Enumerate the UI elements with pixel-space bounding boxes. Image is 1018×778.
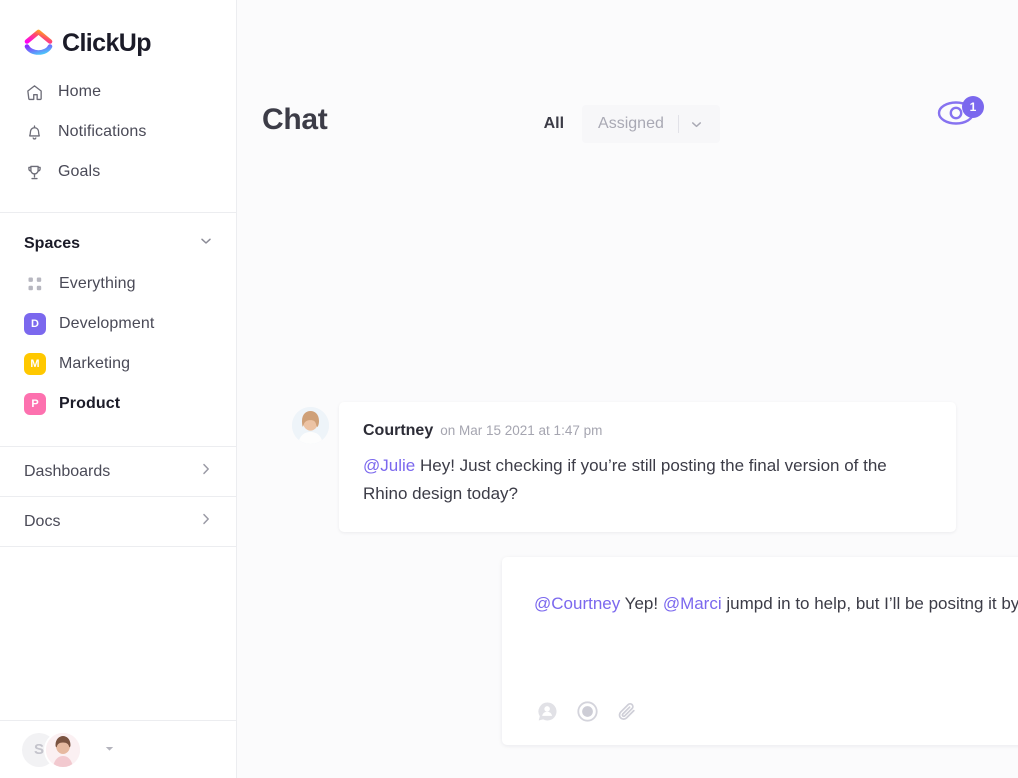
message-item: Courtney on Mar 15 2021 at 1:47 pm @Juli… xyxy=(237,402,1018,532)
chevron-down-icon xyxy=(679,117,714,132)
watcher-button[interactable]: 1 xyxy=(936,96,984,138)
grid-icon xyxy=(24,273,46,295)
composer-toolbar: COMMENT xyxy=(502,677,1018,745)
trophy-icon xyxy=(24,162,44,182)
courtney-avatar[interactable] xyxy=(292,407,329,444)
sidebar-item-docs[interactable]: Docs xyxy=(0,496,236,546)
chat-filters: All Assigned xyxy=(544,105,720,143)
spaces-title: Spaces xyxy=(24,234,81,252)
sidebar-item-docs-label: Docs xyxy=(24,512,61,530)
spaces-header[interactable]: Spaces xyxy=(0,213,236,264)
sidebar: ClickUp Home Notifications Goals Spaces … xyxy=(0,0,237,778)
sidebar-item-dashboards[interactable]: Dashboards xyxy=(0,446,236,496)
primary-nav: Home Notifications Goals xyxy=(0,62,236,204)
paperclip-icon[interactable] xyxy=(614,698,640,724)
page-header: Chat All Assigned 1 xyxy=(237,0,1018,167)
message-list: Courtney on Mar 15 2021 at 1:47 pm @Juli… xyxy=(237,402,1018,532)
sidebar-item-marketing[interactable]: M Marketing xyxy=(0,344,236,384)
sidebar-item-dashboards-label: Dashboards xyxy=(24,462,111,480)
mention-marci[interactable]: @Marci xyxy=(663,594,722,613)
brand-logo[interactable]: ClickUp xyxy=(0,0,236,62)
sidebar-footer: S xyxy=(0,720,236,778)
sidebar-item-home[interactable]: Home xyxy=(0,72,236,112)
message-header: Courtney on Mar 15 2021 at 1:47 pm xyxy=(363,422,932,440)
brand-name: ClickUp xyxy=(62,28,151,57)
comment-composer[interactable]: @Courtney Yep! @Marci jumpd in to help, … xyxy=(502,557,1018,745)
main-content: Chat All Assigned 1 Courtney on Mar 15 2… xyxy=(237,0,1018,778)
message-author: Courtney xyxy=(363,422,434,439)
tab-all[interactable]: All xyxy=(544,115,582,133)
composer-tools xyxy=(534,698,640,724)
message-text: Hey! Just checking if you’re still posti… xyxy=(363,456,887,503)
watcher-count-badge: 1 xyxy=(962,96,984,118)
sidebar-item-goals-label: Goals xyxy=(58,163,101,180)
chevron-down-icon[interactable] xyxy=(198,233,214,254)
sidebar-item-marketing-label: Marketing xyxy=(59,355,131,372)
record-circle-icon[interactable] xyxy=(574,698,600,724)
sidebar-item-everything[interactable]: Everything xyxy=(0,264,236,304)
home-icon xyxy=(24,82,44,102)
sidebar-item-goals[interactable]: Goals xyxy=(0,152,236,192)
mention-julie[interactable]: @Julie xyxy=(363,456,415,475)
space-badge-marketing: M xyxy=(24,353,46,375)
space-badge-development: D xyxy=(24,313,46,335)
sidebar-item-product[interactable]: P Product xyxy=(0,384,236,424)
sidebar-item-product-label: Product xyxy=(59,395,121,412)
caret-down-icon[interactable] xyxy=(104,741,115,759)
sidebar-item-everything-label: Everything xyxy=(59,275,136,292)
chevron-right-icon xyxy=(198,511,214,532)
sidebar-item-notifications-label: Notifications xyxy=(58,123,147,140)
app-window: ClickUp Home Notifications Goals Spaces … xyxy=(0,0,1018,778)
composer-text-1: Yep! xyxy=(620,594,663,613)
avatar-stack[interactable]: S xyxy=(22,730,82,769)
sidebar-item-home-label: Home xyxy=(58,83,102,100)
bell-icon xyxy=(24,122,44,142)
user-photo-avatar[interactable] xyxy=(44,730,82,769)
mention-courtney[interactable]: @Courtney xyxy=(534,594,620,613)
mention-bubble-icon[interactable] xyxy=(534,698,560,724)
chevron-right-icon xyxy=(198,461,214,482)
sidebar-item-development-label: Development xyxy=(59,315,155,332)
message-timestamp: on Mar 15 2021 at 1:47 pm xyxy=(440,423,603,438)
composer-text-2: jumpd in to help, but I’ll be positng it… xyxy=(726,594,1018,613)
composer-input[interactable]: @Courtney Yep! @Marci jumpd in to help, … xyxy=(534,589,1018,618)
sidebar-item-development[interactable]: D Development xyxy=(0,304,236,344)
space-badge-product: P xyxy=(24,393,46,415)
page-title: Chat xyxy=(262,103,328,136)
message-body: @Julie Hey! Just checking if you’re stil… xyxy=(363,452,932,508)
assigned-dropdown[interactable]: Assigned xyxy=(582,105,720,143)
sidebar-item-notifications[interactable]: Notifications xyxy=(0,112,236,152)
clickup-logo-icon xyxy=(24,29,53,58)
message-card: Courtney on Mar 15 2021 at 1:47 pm @Juli… xyxy=(339,402,956,532)
assigned-dropdown-label: Assigned xyxy=(598,115,664,132)
